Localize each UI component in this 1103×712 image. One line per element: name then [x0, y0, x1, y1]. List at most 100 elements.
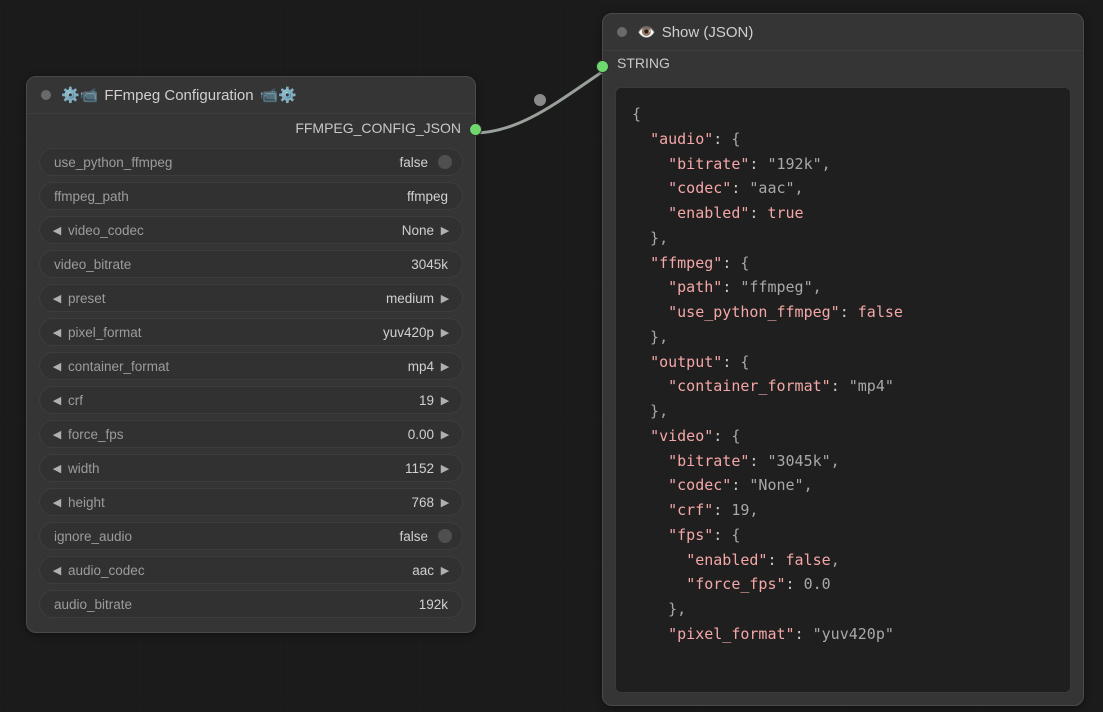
widget-pixel_format[interactable]: ◀pixel_formatyuv420p▶ — [39, 318, 463, 346]
widget-ignore_audio[interactable]: ignore_audiofalse — [39, 522, 463, 550]
json-line: "force_fps": 0.0 — [632, 572, 1054, 597]
json-line: }, — [632, 597, 1054, 622]
widget-value[interactable]: None — [402, 223, 438, 238]
widget-label: force_fps — [64, 427, 408, 442]
widget-audio_codec[interactable]: ◀audio_codecaac▶ — [39, 556, 463, 584]
chevron-left-icon[interactable]: ◀ — [50, 326, 64, 339]
widget-label: ignore_audio — [50, 529, 399, 544]
chevron-right-icon[interactable]: ▶ — [438, 394, 452, 407]
collapse-dot-icon[interactable] — [41, 90, 51, 100]
widget-label: crf — [64, 393, 419, 408]
widget-force_fps[interactable]: ◀force_fps0.00▶ — [39, 420, 463, 448]
json-viewer[interactable]: { "audio": { "bitrate": "192k", "codec":… — [615, 87, 1071, 693]
json-line: "path": "ffmpeg", — [632, 275, 1054, 300]
widget-value[interactable]: 768 — [411, 495, 438, 510]
json-line: "container_format": "mp4" — [632, 374, 1054, 399]
chevron-right-icon[interactable]: ▶ — [438, 428, 452, 441]
widget-value[interactable]: false — [399, 155, 432, 170]
chevron-left-icon[interactable]: ◀ — [50, 224, 64, 237]
chevron-left-icon[interactable]: ◀ — [50, 496, 64, 509]
chevron-left-icon[interactable]: ◀ — [50, 394, 64, 407]
chevron-right-icon[interactable]: ▶ — [438, 224, 452, 237]
input-label: STRING — [617, 55, 670, 71]
widget-value[interactable]: mp4 — [408, 359, 438, 374]
chevron-left-icon[interactable]: ◀ — [50, 428, 64, 441]
json-line: "bitrate": "192k", — [632, 152, 1054, 177]
widget-label: pixel_format — [64, 325, 383, 340]
chevron-right-icon[interactable]: ▶ — [438, 462, 452, 475]
output-port-icon[interactable] — [469, 123, 482, 136]
widget-preset[interactable]: ◀presetmedium▶ — [39, 284, 463, 312]
json-line: "codec": "aac", — [632, 176, 1054, 201]
json-line: "crf": 19, — [632, 498, 1054, 523]
widget-list: use_python_ffmpegfalseffmpeg_pathffmpeg◀… — [27, 142, 475, 632]
json-line: "audio": { — [632, 127, 1054, 152]
node-header[interactable]: 👁️ Show (JSON) — [603, 14, 1083, 51]
json-line: "use_python_ffmpeg": false — [632, 300, 1054, 325]
widget-value[interactable]: 1152 — [405, 461, 438, 476]
toggle-knob-icon[interactable] — [438, 155, 452, 169]
chevron-right-icon[interactable]: ▶ — [438, 564, 452, 577]
widget-label: ffmpeg_path — [50, 189, 407, 204]
widget-value[interactable]: aac — [412, 563, 438, 578]
widget-width[interactable]: ◀width1152▶ — [39, 454, 463, 482]
widget-ffmpeg_path[interactable]: ffmpeg_pathffmpeg — [39, 182, 463, 210]
json-line: }, — [632, 226, 1054, 251]
widget-video_codec[interactable]: ◀video_codecNone▶ — [39, 216, 463, 244]
widget-value[interactable]: yuv420p — [383, 325, 438, 340]
widget-label: video_codec — [64, 223, 402, 238]
widget-crf[interactable]: ◀crf19▶ — [39, 386, 463, 414]
widget-value[interactable]: false — [399, 529, 432, 544]
json-line: }, — [632, 325, 1054, 350]
widget-label: video_bitrate — [50, 257, 411, 272]
node-title: ⚙️📹 FFmpeg Configuration 📹⚙️ — [61, 86, 297, 104]
node-show-json[interactable]: 👁️ Show (JSON) STRING { "audio": { "bitr… — [602, 13, 1084, 706]
json-line: "output": { — [632, 350, 1054, 375]
widget-container_format[interactable]: ◀container_formatmp4▶ — [39, 352, 463, 380]
widget-label: height — [64, 495, 411, 510]
widget-video_bitrate[interactable]: video_bitrate3045k — [39, 250, 463, 278]
widget-audio_bitrate[interactable]: audio_bitrate192k — [39, 590, 463, 618]
widget-label: container_format — [64, 359, 408, 374]
widget-value[interactable]: 192k — [419, 597, 452, 612]
chevron-right-icon[interactable]: ▶ — [438, 360, 452, 373]
gear-camera-icon: ⚙️📹 — [61, 86, 98, 104]
chevron-left-icon[interactable]: ◀ — [50, 360, 64, 373]
json-line: "enabled": false, — [632, 548, 1054, 573]
json-line: "video": { — [632, 424, 1054, 449]
widget-use_python_ffmpeg[interactable]: use_python_ffmpegfalse — [39, 148, 463, 176]
toggle-knob-icon[interactable] — [438, 529, 452, 543]
output-slot-ffmpeg-config-json[interactable]: FFMPEG_CONFIG_JSON — [27, 114, 475, 142]
widget-value[interactable]: 19 — [419, 393, 438, 408]
widget-value[interactable]: 0.00 — [408, 427, 438, 442]
chevron-left-icon[interactable]: ◀ — [50, 564, 64, 577]
chevron-right-icon[interactable]: ▶ — [438, 326, 452, 339]
widget-label: audio_bitrate — [50, 597, 419, 612]
chevron-right-icon[interactable]: ▶ — [438, 496, 452, 509]
input-port-icon[interactable] — [596, 60, 609, 73]
widget-height[interactable]: ◀height768▶ — [39, 488, 463, 516]
json-line: "fps": { — [632, 523, 1054, 548]
json-line: "ffmpeg": { — [632, 251, 1054, 276]
eye-icon: 👁️ — [637, 23, 656, 41]
widget-label: width — [64, 461, 405, 476]
chevron-right-icon[interactable]: ▶ — [438, 292, 452, 305]
widget-value[interactable]: medium — [386, 291, 438, 306]
chevron-left-icon[interactable]: ◀ — [50, 292, 64, 305]
node-ffmpeg-config[interactable]: ⚙️📹 FFmpeg Configuration 📹⚙️ FFMPEG_CONF… — [26, 76, 476, 633]
widget-label: preset — [64, 291, 386, 306]
json-line: "bitrate": "3045k", — [632, 449, 1054, 474]
widget-label: use_python_ffmpeg — [50, 155, 399, 170]
json-line: { — [632, 102, 1054, 127]
chevron-left-icon[interactable]: ◀ — [50, 462, 64, 475]
camera-gear-icon: 📹⚙️ — [260, 86, 297, 104]
input-slot-string[interactable]: STRING — [603, 51, 1083, 75]
json-line: }, — [632, 399, 1054, 424]
node-header[interactable]: ⚙️📹 FFmpeg Configuration 📹⚙️ — [27, 77, 475, 114]
json-line: "codec": "None", — [632, 473, 1054, 498]
collapse-dot-icon[interactable] — [617, 27, 627, 37]
output-label: FFMPEG_CONFIG_JSON — [295, 120, 461, 136]
widget-value[interactable]: ffmpeg — [407, 189, 452, 204]
node-title: 👁️ Show (JSON) — [637, 23, 753, 41]
widget-value[interactable]: 3045k — [411, 257, 452, 272]
